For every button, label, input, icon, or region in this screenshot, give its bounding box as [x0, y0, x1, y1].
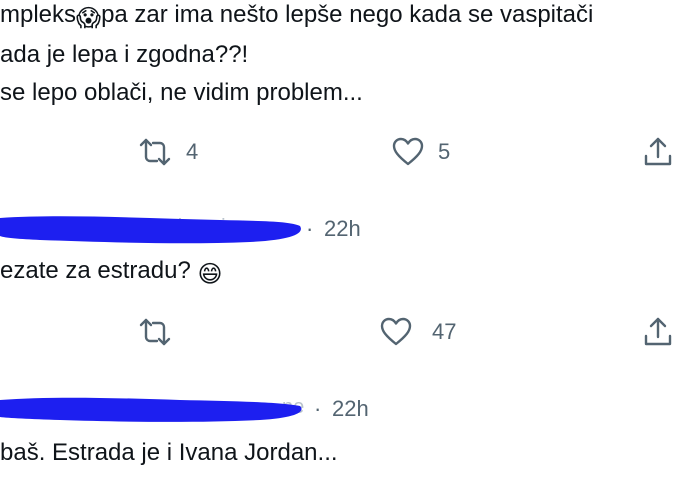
tweet-3-text: baš. Estrada je i Ivana Jordan...: [0, 439, 338, 466]
like-button[interactable]: 5: [392, 132, 450, 172]
tweet-2-time[interactable]: 22h: [324, 216, 361, 242]
tweet-1-actions: 4 5: [0, 132, 690, 172]
tweet-2-separator: ·: [306, 216, 314, 241]
share-button[interactable]: [643, 312, 673, 352]
like-icon: [380, 317, 412, 346]
retweet-icon: [139, 318, 171, 346]
tweet-3-header: ne · 22h: [0, 392, 690, 432]
share-button[interactable]: [643, 132, 673, 172]
tweet-1-text-b: pa zar ima nešto lepše nego kada se vasp…: [101, 1, 594, 28]
tweet-2-actions: 47: [0, 312, 690, 352]
like-button[interactable]: 47: [380, 312, 456, 352]
share-icon: [644, 137, 672, 166]
retweet-button[interactable]: [138, 312, 186, 352]
tweet-2-text: ezate za estradu? 😄: [0, 256, 223, 290]
tweet-1-line-3: se lepo oblači, ne vidim problem...: [0, 79, 363, 106]
retweet-button[interactable]: 4: [138, 132, 198, 172]
grin-emoji-icon: 😄: [197, 261, 223, 288]
like-count: 47: [432, 319, 457, 344]
tweet-3-time[interactable]: 22h: [332, 396, 369, 422]
redaction-scribble: [0, 216, 301, 244]
retweet-icon: [139, 138, 171, 166]
tweet-2-header: majomeje · 22h: [0, 212, 690, 252]
retweet-count: 4: [186, 139, 199, 164]
tweet-3-separator: ·: [314, 396, 322, 421]
tweet-1-text-a: mpleks: [0, 1, 77, 28]
redaction-scribble: [0, 397, 302, 422]
like-icon: [392, 137, 424, 166]
tweet-1-line-1: mpleks😱pa zar ima nešto lepše nego kada …: [0, 0, 593, 34]
tweet-1-line-2: ada je lepa i zgodna??!: [0, 41, 249, 68]
scream-emoji-icon: 😱: [76, 5, 102, 32]
share-icon: [644, 317, 672, 346]
like-count: 5: [438, 139, 451, 164]
tweet-thread: mpleks😱pa zar ima nešto lepše nego kada …: [0, 0, 690, 480]
tweet-2-text-body: ezate za estradu?: [0, 257, 198, 284]
